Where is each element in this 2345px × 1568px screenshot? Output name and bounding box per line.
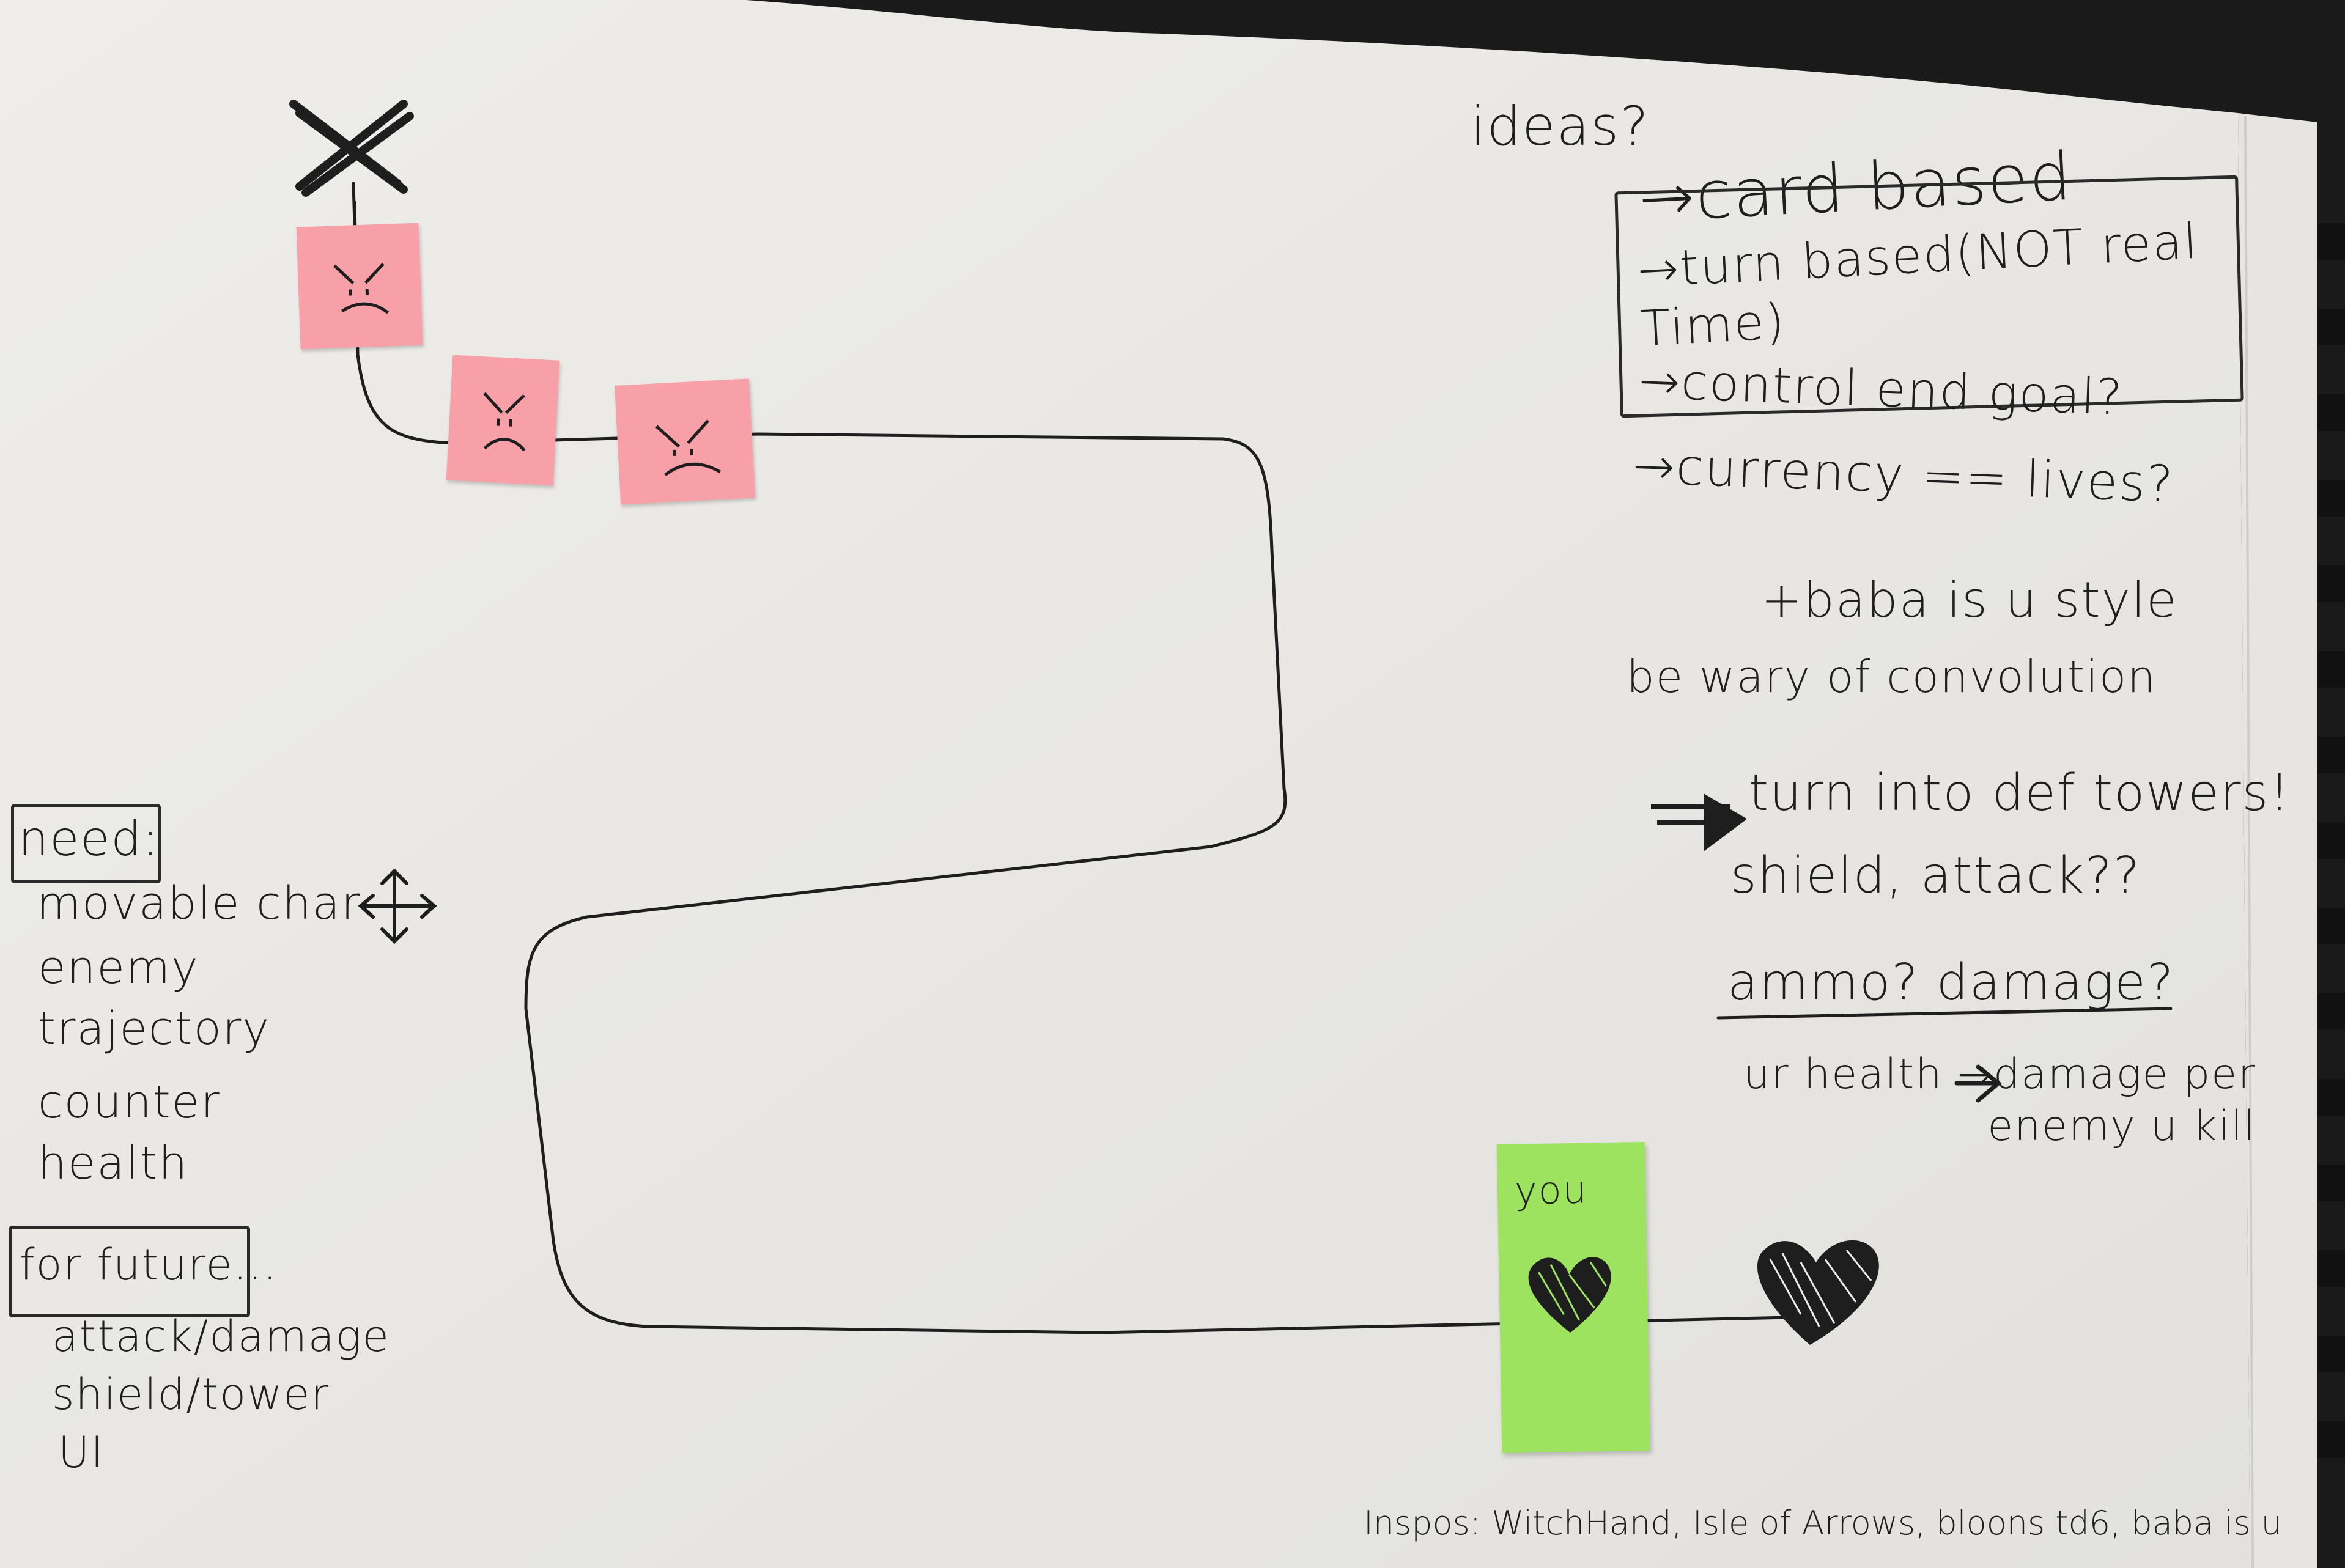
need-item-health: health xyxy=(38,1137,189,1190)
idea-ammo-damage: ammo? damage? xyxy=(1727,954,2175,1012)
ideas-heading: ideas? xyxy=(1471,95,1650,158)
enemy-sticky-3[interactable] xyxy=(615,378,755,505)
idea-def-towers: turn into def towers! xyxy=(1749,764,2291,822)
future-item-shield: shield/tower xyxy=(52,1369,330,1419)
need-item-counter: counter xyxy=(38,1076,221,1128)
angry-face-icon xyxy=(333,262,390,314)
angry-face-icon xyxy=(655,419,721,476)
angry-face-icon xyxy=(483,392,526,452)
idea-shield-attack: shield, attack?? xyxy=(1730,847,2141,905)
need-heading: need: xyxy=(18,812,160,867)
future-item-attack: attack/damage xyxy=(52,1311,390,1361)
need-item-enemy: enemy xyxy=(38,941,199,994)
idea-health-damage: ur health →damage per enemy u kill xyxy=(1743,1050,2256,1150)
idea-convolution: be wary of convolution xyxy=(1627,651,2157,702)
future-heading: for future... xyxy=(20,1240,278,1290)
need-item-trajectory: trajectory xyxy=(38,1003,271,1055)
idea-baba-style: +baba is u style xyxy=(1761,572,2178,628)
need-item-movable-char: movable char xyxy=(37,877,361,930)
enemy-sticky-1[interactable] xyxy=(296,223,423,350)
heart-icon xyxy=(1528,1257,1611,1333)
inspos-line: Inspos: WitchHand, Isle of Arrows, bloon… xyxy=(1364,1504,2282,1542)
player-sticky[interactable]: you xyxy=(1496,1141,1650,1454)
future-item-ui: UI xyxy=(58,1427,105,1478)
enemy-sticky-2[interactable] xyxy=(446,355,560,486)
